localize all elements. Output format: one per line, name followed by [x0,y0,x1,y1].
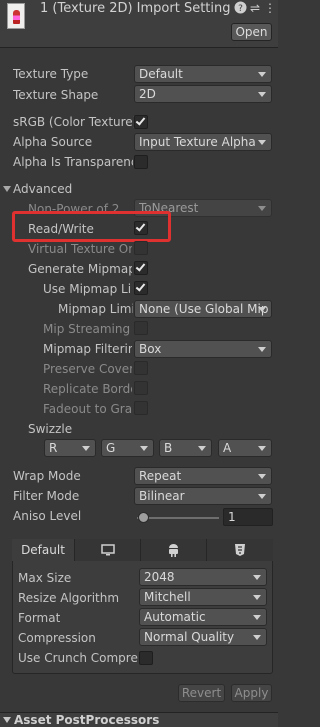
texture-shape-label: Texture Shape [13,88,99,102]
texture-shape-dropdown[interactable]: 2D [134,85,272,103]
replicate-border-checkbox[interactable] [134,381,148,395]
max-size-label: Max Size [18,571,72,585]
mip-streaming-checkbox[interactable] [134,321,148,335]
tab-android[interactable] [141,539,207,561]
wrap-mode-dropdown[interactable]: Repeat [134,467,272,485]
swizzle-label: Swizzle [28,422,73,436]
texture-type-dropdown[interactable]: Default [134,65,272,83]
resize-algorithm-label: Resize Algorithm [18,591,120,605]
help-icon[interactable]: ? [233,1,247,15]
monitor-icon [101,544,115,556]
mip-streaming-label: Mip Streaming [43,322,131,336]
aniso-slider-track[interactable] [137,517,219,519]
aniso-level-label: Aniso Level [13,509,82,523]
mipmap-limit-label: Mipmap Limit [58,302,133,316]
revert-button[interactable]: Revert [178,684,225,702]
aniso-level-field[interactable]: 1 [223,508,273,526]
mipmap-filtering-label: Mipmap Filtering [43,342,132,356]
resize-algorithm-dropdown[interactable]: Mitchell [139,588,267,606]
html5-icon [235,544,245,556]
srgb-label: sRGB (Color Texture) [13,115,138,129]
read-write-highlight [12,211,171,242]
fadeout-to-gray-label: Fadeout to Gray [43,402,132,416]
wrap-mode-label: Wrap Mode [13,469,81,483]
alpha-source-label: Alpha Source [13,135,93,149]
swizzle-r-dropdown[interactable]: R [44,439,96,457]
advanced-foldout-icon[interactable] [3,186,11,192]
texture-thumbnail [7,3,25,29]
fadeout-to-gray-checkbox[interactable] [134,401,148,415]
use-crunch-checkbox[interactable] [139,651,153,665]
swizzle-g-dropdown[interactable]: G [101,439,154,457]
swizzle-b-dropdown[interactable]: B [159,439,212,457]
tab-default[interactable]: Default [12,539,75,561]
apply-button[interactable]: Apply [231,684,272,702]
replicate-border-label: Replicate Borde [43,382,132,396]
svg-text:?: ? [238,4,243,14]
generate-mipmaps-label: Generate Mipmaps [28,262,132,276]
inspector-header: 1 (Texture 2D) Import Setting ? ⇌ ⋮ Open [0,0,278,48]
preserve-coverage-checkbox[interactable] [134,361,148,375]
max-size-dropdown[interactable]: 2048 [139,568,267,586]
texture-type-label: Texture Type [13,67,89,81]
use-mipmap-limits-checkbox[interactable] [134,281,148,295]
inspector-title: 1 (Texture 2D) Import Setting [40,1,231,16]
compression-dropdown[interactable]: Normal Quality [139,628,267,646]
compression-label: Compression [18,631,96,645]
alpha-is-transparency-checkbox[interactable] [134,155,148,169]
generate-mipmaps-checkbox[interactable] [134,261,148,275]
asset-postprocessors-header[interactable]: Asset PostProcessors [14,712,159,727]
format-label: Format [18,611,61,625]
platform-tabs: Default [12,539,273,561]
use-crunch-label: Use Crunch Compres [18,651,138,665]
virtual-texture-only-checkbox[interactable] [134,241,148,255]
tab-webgl[interactable] [207,539,273,561]
open-button[interactable]: Open [231,23,272,41]
filter-mode-label: Filter Mode [13,489,80,503]
preserve-coverage-label: Preserve Covera [43,362,132,376]
advanced-header[interactable]: Advanced [13,181,72,197]
tab-standalone[interactable] [75,539,141,561]
mipmap-limit-dropdown[interactable]: None (Use Global Mip [134,300,272,318]
aniso-slider-thumb[interactable] [138,512,149,523]
srgb-checkbox[interactable] [134,115,148,129]
android-icon [169,544,178,557]
swizzle-a-dropdown[interactable]: A [218,439,272,457]
alpha-source-dropdown[interactable]: Input Texture Alpha [134,133,272,151]
mipmap-filtering-dropdown[interactable]: Box [134,340,272,358]
context-menu-icon[interactable]: ⋮ [263,1,277,15]
use-mipmap-limits-label: Use Mipmap Lin [43,282,132,296]
presets-icon[interactable]: ⇌ [248,1,262,15]
format-dropdown[interactable]: Automatic [139,608,267,626]
virtual-texture-only-label: Virtual Texture Onl [28,242,132,256]
alpha-is-transparency-label: Alpha Is Transparenc [13,155,133,169]
postprocessors-foldout-icon[interactable] [3,717,11,723]
filter-mode-dropdown[interactable]: Bilinear [134,487,272,505]
